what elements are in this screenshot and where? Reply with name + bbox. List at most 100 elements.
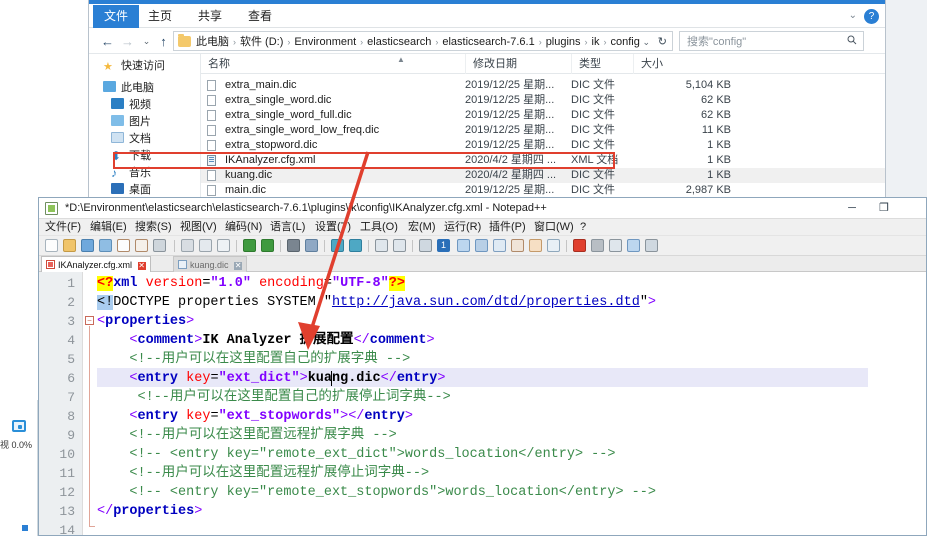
back-icon[interactable]: ← <box>99 33 116 50</box>
doc-map-icon[interactable] <box>493 239 506 252</box>
menu-item-search[interactable]: 搜索(S) <box>135 219 172 236</box>
file-size: 1 KB <box>707 169 731 181</box>
indent-guide-icon[interactable] <box>457 239 470 252</box>
column-header-type[interactable]: 类型 <box>571 54 633 74</box>
sidebar-item-pictures[interactable]: 图片 <box>111 114 151 131</box>
ribbon-tab-home[interactable]: 主页 <box>137 5 183 28</box>
save-icon[interactable] <box>81 239 94 252</box>
folder-workspace-icon[interactable] <box>547 239 560 252</box>
code-line-11: <!--用户可以在这里配置远程扩展停止词字典--> <box>97 466 430 481</box>
ribbon-tab-share[interactable]: 共享 <box>187 5 233 28</box>
zoom-out-icon[interactable] <box>349 239 362 252</box>
breadcrumb-item-0[interactable]: 此电脑 <box>196 36 229 48</box>
table-row[interactable]: extra_single_word_full.dic 2019/12/25 星期.… <box>201 108 885 123</box>
column-header-size[interactable]: 大小 <box>633 54 743 74</box>
close-all-icon[interactable] <box>135 239 148 252</box>
print-icon[interactable] <box>153 239 166 252</box>
macro-play-icon[interactable] <box>609 239 622 252</box>
breadcrumb-item-2[interactable]: Environment <box>294 36 356 48</box>
address-dropdown-icon[interactable]: ⌄ <box>642 32 650 52</box>
sync-scroll-v-icon[interactable] <box>375 239 388 252</box>
macro-record-icon[interactable] <box>573 239 586 252</box>
table-row[interactable]: extra_single_word.dic 2019/12/25 星期... DIC… <box>201 93 885 108</box>
table-row[interactable]: extra_single_word_low_freq.dic 2019/12/25… <box>201 123 885 138</box>
table-row-selected[interactable]: kuang.dic 2020/4/2 星期四 ... DIC 文件 1 KB <box>201 168 885 183</box>
menu-item-tools[interactable]: 工具(O) <box>360 219 398 236</box>
doc-list-icon[interactable] <box>511 239 524 252</box>
tab-kuang-dic[interactable]: kuang.dic ✕ <box>173 256 248 272</box>
fold-toggle-properties[interactable]: − <box>85 316 94 325</box>
close-file-icon[interactable] <box>117 239 130 252</box>
file-name: extra_main.dic <box>225 79 297 91</box>
recent-locations-icon[interactable]: ⌄ <box>138 33 155 50</box>
breadcrumb-sep: › <box>233 37 236 47</box>
fold-range-end <box>89 526 95 527</box>
show-all-chars-icon[interactable]: 1 <box>437 239 450 252</box>
menu-item-view[interactable]: 视图(V) <box>180 219 217 236</box>
code-text-area[interactable]: <?xml version="1.0" encoding="UTF-8"?> <… <box>97 272 926 535</box>
text-caret <box>331 371 332 386</box>
column-header-date[interactable]: 修改日期 <box>465 54 571 74</box>
breadcrumb-item-3[interactable]: elasticsearch <box>367 36 431 48</box>
macro-run-multiple-icon[interactable] <box>645 239 658 252</box>
zoom-in-icon[interactable] <box>331 239 344 252</box>
forward-icon[interactable]: → <box>119 33 136 50</box>
find-icon[interactable] <box>287 239 300 252</box>
replace-icon[interactable] <box>305 239 318 252</box>
address-input[interactable]: 此电脑 › 软件 (D:) › Environment › elasticsearch › el… <box>173 31 673 51</box>
breadcrumb-item-1[interactable]: 软件 (D:) <box>240 36 283 48</box>
menu-item-encoding[interactable]: 编码(N) <box>225 219 262 236</box>
menu-item-settings[interactable]: 设置(T) <box>315 219 351 236</box>
breadcrumb-item-7[interactable]: config <box>611 36 640 48</box>
sync-scroll-h-icon[interactable] <box>393 239 406 252</box>
paste-icon[interactable] <box>217 239 230 252</box>
tab-close-icon[interactable]: ✕ <box>137 262 146 270</box>
undo-icon[interactable] <box>243 239 256 252</box>
menu-item-help[interactable]: ? <box>580 219 586 236</box>
sidebar-item-this-pc[interactable]: 此电脑 <box>103 80 154 97</box>
function-list-icon[interactable] <box>529 239 542 252</box>
menu-item-file[interactable]: 文件(F) <box>45 219 81 236</box>
new-file-icon[interactable] <box>45 239 58 252</box>
code-folding-column[interactable]: − <box>83 272 97 535</box>
table-row[interactable]: extra_main.dic 2019/12/25 星期... DIC 文件 5,10… <box>201 78 885 93</box>
menu-item-edit[interactable]: 编辑(E) <box>90 219 127 236</box>
column-header-name[interactable]: 名称 <box>201 54 465 74</box>
refresh-icon[interactable]: ↻ <box>658 32 667 52</box>
copy-icon[interactable] <box>199 239 212 252</box>
ribbon-tab-file[interactable]: 文件 <box>93 5 140 28</box>
chevron-down-icon[interactable]: ⌄ <box>849 10 857 21</box>
menu-item-plugins[interactable]: 插件(P) <box>489 219 526 236</box>
minimize-button[interactable]: ─ <box>836 198 868 219</box>
menu-item-language[interactable]: 语言(L) <box>270 219 305 236</box>
redo-icon[interactable] <box>261 239 274 252</box>
code-line-13: </properties> <box>97 504 203 519</box>
sidebar-item-documents[interactable]: 文档 <box>111 131 151 148</box>
cut-icon[interactable] <box>181 239 194 252</box>
user-lang-icon[interactable] <box>475 239 488 252</box>
dic-file-icon <box>178 260 187 269</box>
help-icon[interactable]: ? <box>864 9 879 24</box>
table-row[interactable]: extra_stopword.dic 2019/12/25 星期... DIC 文件… <box>201 138 885 153</box>
ribbon-tab-view[interactable]: 查看 <box>237 5 283 28</box>
menu-item-macro[interactable]: 宏(M) <box>408 219 436 236</box>
breadcrumb-item-6[interactable]: ik <box>592 36 600 48</box>
sidebar-item-videos[interactable]: 视频 <box>111 97 151 114</box>
word-wrap-icon[interactable] <box>419 239 432 252</box>
sidebar-item-quick-access[interactable]: ★ 快速访问 <box>103 58 165 75</box>
open-file-icon[interactable] <box>63 239 76 252</box>
code-editor[interactable]: 1 2 3 4 5 6 7 8 9 10 11 12 13 14 − <?xml… <box>39 272 926 536</box>
menu-item-run[interactable]: 运行(R) <box>444 219 481 236</box>
search-input[interactable]: 搜索"config" <box>679 31 864 51</box>
breadcrumb-item-4[interactable]: elasticsearch-7.6.1 <box>442 36 534 48</box>
save-all-icon[interactable] <box>99 239 112 252</box>
table-row[interactable]: main.dic 2019/12/25 星期... DIC 文件 2,987 KB <box>201 183 885 198</box>
menu-item-window[interactable]: 窗口(W) <box>534 219 574 236</box>
tab-ikanalyzer-cfg-xml[interactable]: IKAnalyzer.cfg.xml ✕ <box>41 256 151 272</box>
macro-save-icon[interactable] <box>627 239 640 252</box>
up-icon[interactable]: ↑ <box>155 33 172 50</box>
tab-close-icon[interactable]: ✕ <box>234 262 243 270</box>
breadcrumb-item-5[interactable]: plugins <box>546 36 581 48</box>
maximize-button[interactable]: ❐ <box>868 198 900 219</box>
macro-stop-icon[interactable] <box>591 239 604 252</box>
